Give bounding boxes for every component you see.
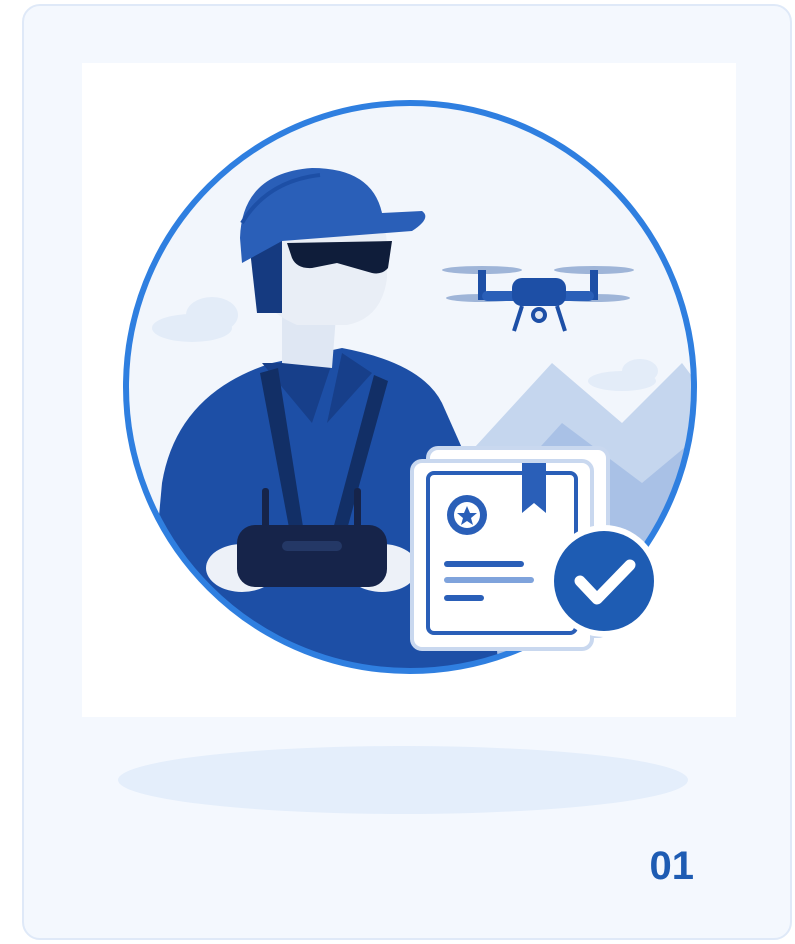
drone-pilot-illustration xyxy=(82,63,736,717)
illustration-svg xyxy=(123,100,697,674)
step-card: 01 xyxy=(22,4,792,940)
step-number: 01 xyxy=(649,844,695,888)
remote-controller-icon xyxy=(237,525,387,587)
illustration-shadow xyxy=(118,746,688,814)
check-badge-icon xyxy=(548,525,660,637)
